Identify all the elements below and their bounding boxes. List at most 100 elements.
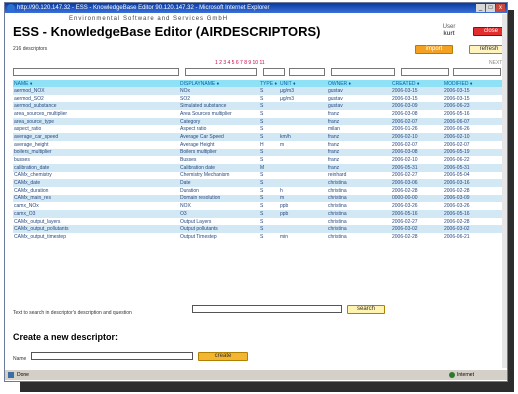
cell-owner: christina <box>327 217 391 226</box>
column-unit[interactable]: UNIT ♦ <box>279 80 327 87</box>
cell-displayname: Busses <box>179 156 259 164</box>
column-created[interactable]: CREATED ♦ <box>391 80 443 87</box>
cell-name[interactable]: aermod_substance <box>13 102 179 111</box>
maximize-button[interactable]: □ <box>486 4 495 12</box>
cell-owner: franz <box>327 140 391 149</box>
table-row[interactable]: camx_O3 O3 Sppb christina 2006-05-16 2006-05-… <box>13 210 507 218</box>
cell-displayname: Boilers multiplier <box>179 148 259 157</box>
column-type[interactable]: TYPE ♦ <box>259 80 279 87</box>
cell-type: S <box>259 233 279 241</box>
table-row[interactable]: CAMx_output_timestep Output Timestep Smin c… <box>13 233 507 241</box>
column-displayname[interactable]: DISPLAYNAME ♦ <box>179 80 259 87</box>
table-row[interactable]: aermod_SO2 SO2 Sµg/m3 gustav 2006-03-15 2006-… <box>13 94 507 103</box>
table-row[interactable]: average_car_speed Average Car Speed Skm/h f… <box>13 133 507 141</box>
table-row[interactable]: CAMx_output_layers Output Layers Schristin… <box>13 217 507 226</box>
cell-name[interactable]: camx_NOx <box>13 202 179 210</box>
minimize-button[interactable]: _ <box>476 4 485 12</box>
cell-name[interactable]: CAMx_output_layers <box>13 217 179 226</box>
cell-unit: ppb <box>279 202 327 210</box>
cell-owner: christina <box>327 194 391 203</box>
cell-created: 0000-00-00 <box>391 194 443 203</box>
cell-created: 2006-03-26 <box>391 202 443 210</box>
next-link[interactable]: NEXT <box>489 60 502 66</box>
cell-modified: 2006-03-02 <box>443 225 507 234</box>
cell-unit <box>279 117 327 126</box>
cell-unit <box>279 217 327 226</box>
cell-modified: 2006-05-04 <box>443 171 507 180</box>
cell-modified: 2006-06-07 <box>443 117 507 126</box>
table-row[interactable]: CAMx_date Date Schristina 2006-03-06 2006-03… <box>13 179 507 187</box>
import-button[interactable]: import <box>415 45 453 54</box>
cell-name[interactable]: average_height <box>13 140 179 149</box>
cell-modified: 2006-02-07 <box>443 140 507 149</box>
globe-icon <box>449 372 455 378</box>
filter-modified-input[interactable] <box>453 68 501 76</box>
pagination[interactable]: 1 2 3 4 5 6 7 8 9 10 11 <box>215 60 265 66</box>
name-input[interactable] <box>31 352 193 360</box>
user-info: User kurt <box>439 24 459 38</box>
search-button[interactable]: search <box>347 305 385 314</box>
user-label: User <box>442 24 456 30</box>
filter-displayname-input[interactable] <box>185 68 257 76</box>
cell-owner: franz <box>327 156 391 164</box>
cell-name[interactable]: CAMx_duration <box>13 186 179 195</box>
cell-type: S <box>259 186 279 195</box>
browser-window: http://90.120.147.32 - ESS - KnowledgeBa… <box>4 2 508 382</box>
table-row[interactable]: aermod_substance Simulated substance Sgust… <box>13 102 507 111</box>
name-label: Name <box>13 356 27 362</box>
filter-owner-input[interactable] <box>331 68 395 76</box>
table-row[interactable]: aermod_NOX NOx Sµg/m3 gustav 2006-03-15 2006-… <box>13 87 507 95</box>
table-row[interactable]: camx_NOx NOX Sppb christina 2006-03-26 2006-0… <box>13 202 507 210</box>
column-owner[interactable]: OWNER ♦ <box>327 80 391 87</box>
cell-created: 2006-03-08 <box>391 148 443 157</box>
table-row[interactable]: CAMx_main_res Domain resolution Sm christin… <box>13 194 507 203</box>
table-row[interactable]: CAMx_duration Duration Sh christina 2006-02-… <box>13 186 507 195</box>
table-row[interactable]: calibration_date Calibration date Mfranz 20… <box>13 163 507 172</box>
table-row[interactable]: aspect_ratio Aspect ratio Smilan 2006-01-26… <box>13 125 507 134</box>
vertical-scrollbar[interactable] <box>502 14 507 368</box>
table-row[interactable]: area_sources_multiplier Area Sources mult… <box>13 110 507 118</box>
cell-name[interactable]: area_source_type <box>13 117 179 126</box>
cell-name[interactable]: area_sources_multiplier <box>13 110 179 118</box>
cell-modified: 2006-05-19 <box>443 148 507 157</box>
cell-name[interactable]: CAMx_chemistry <box>13 171 179 180</box>
cell-displayname: Simulated substance <box>179 102 259 111</box>
table-row[interactable]: CAMx_chemistry Chemistry Mechanism Sreinha… <box>13 171 507 180</box>
page-title: ESS - KnowledgeBase Editor (AIRDESCRIPTO… <box>13 24 321 39</box>
cell-name[interactable]: boilers_multiplier <box>13 148 179 157</box>
window-close-button[interactable]: x <box>496 4 505 12</box>
cell-name[interactable]: aermod_NOX <box>13 87 179 95</box>
filter-created-input[interactable] <box>401 68 449 76</box>
cell-displayname: O3 <box>179 210 259 218</box>
cell-owner: reinhard <box>327 171 391 180</box>
filter-unit-input[interactable] <box>289 68 325 76</box>
cell-modified: 2006-03-26 <box>443 202 507 210</box>
create-button[interactable]: create <box>198 352 248 361</box>
cell-name[interactable]: CAMx_date <box>13 179 179 187</box>
cell-name[interactable]: aermod_SO2 <box>13 94 179 103</box>
status-bar: Done Internet <box>5 370 507 380</box>
cell-type: S <box>259 110 279 118</box>
cell-unit: km/h <box>279 133 327 141</box>
cell-name[interactable]: CAMx_output_timestep <box>13 233 179 241</box>
cell-name[interactable]: CAMx_output_pollutants <box>13 225 179 234</box>
filter-name-input[interactable] <box>13 68 179 76</box>
table-row[interactable]: busses Busses Sfranz 2006-02-10 2006-06-22 <box>13 156 507 164</box>
table-row[interactable]: boilers_multiplier Boilers multiplier Sfra… <box>13 148 507 157</box>
table-row[interactable]: area_source_type Category Sfranz 2006-02-07… <box>13 117 507 126</box>
filter-type-input[interactable] <box>263 68 285 76</box>
column-modified[interactable]: MODIFIED ♦ <box>443 80 507 87</box>
cell-modified: 2006-06-26 <box>443 125 507 134</box>
cell-name[interactable]: camx_O3 <box>13 210 179 218</box>
table-row[interactable]: CAMx_output_pollutants Output pollutants S… <box>13 225 507 234</box>
cell-name[interactable]: calibration_date <box>13 163 179 172</box>
cell-name[interactable]: average_car_speed <box>13 133 179 141</box>
cell-name[interactable]: CAMx_main_res <box>13 194 179 203</box>
cell-displayname: Average Height <box>179 140 259 149</box>
table-row[interactable]: average_height Average Height Hm franz 2006-… <box>13 140 507 149</box>
cell-name[interactable]: busses <box>13 156 179 164</box>
cell-type: S <box>259 202 279 210</box>
search-input[interactable] <box>192 305 342 313</box>
column-name[interactable]: NAME ♦ <box>13 80 179 87</box>
cell-name[interactable]: aspect_ratio <box>13 125 179 134</box>
